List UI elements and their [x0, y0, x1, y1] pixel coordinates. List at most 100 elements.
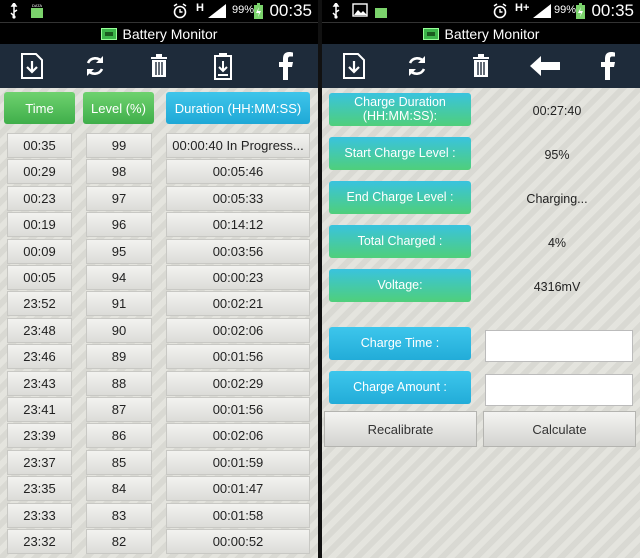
time-cell: 23:41 [7, 397, 72, 422]
level-cell: 94 [86, 265, 152, 290]
time-cell: 00:09 [7, 239, 72, 264]
battery-percent: 99% [554, 4, 577, 16]
level-cell: 85 [86, 450, 152, 475]
duration-cell: 00:01:47 [166, 476, 310, 501]
duration-cell: 00:02:06 [166, 318, 310, 343]
level-cell: 83 [86, 503, 152, 528]
duration-cell: 00:05:33 [166, 186, 310, 211]
level-column-header: Level (%) [83, 92, 154, 124]
usb-icon [330, 1, 342, 22]
time-cell: 23:33 [7, 503, 72, 528]
charge-duration-value: 00:27:40 [532, 104, 582, 118]
duration-cell: 00:05:46 [166, 159, 310, 184]
signal-icon [207, 3, 227, 22]
time-cell: 00:29 [7, 159, 72, 184]
level-cell: 84 [86, 476, 152, 501]
level-cell: 96 [86, 212, 152, 237]
time-cell: 23:52 [7, 291, 72, 316]
time-cell: 23:37 [7, 450, 72, 475]
usb-icon [8, 1, 20, 22]
history-table: Time Level (%) Duration (HH:MM:SS) 00:35… [0, 88, 318, 558]
level-cell: 82 [86, 529, 152, 554]
level-cell: 97 [86, 186, 152, 211]
charge-time-input[interactable] [485, 330, 633, 362]
start-charge-level-label: Start Charge Level : [329, 137, 471, 170]
duration-cell: 00:01:56 [166, 344, 310, 369]
battery-charge-icon[interactable] [205, 48, 241, 84]
level-cell: 87 [86, 397, 152, 422]
history-screen: DATA H 99% 00:35 Battery Monitor Time Le… [0, 0, 318, 558]
battery-charging-icon [254, 3, 263, 22]
data-sim-icon [374, 3, 388, 22]
voltage-label: Voltage: [329, 269, 471, 302]
duration-cell: 00:02:21 [166, 291, 310, 316]
level-cell: 98 [86, 159, 152, 184]
app-title: Battery Monitor [444, 25, 540, 42]
calculate-button[interactable]: Calculate [483, 411, 636, 447]
end-charge-level-value: Charging... [526, 192, 588, 206]
time-cell: 23:39 [7, 423, 72, 448]
start-charge-level-value: 95% [544, 148, 570, 162]
toolbar [322, 44, 640, 88]
level-cell: 88 [86, 371, 152, 396]
charge-details-screen: H+ 99% 00:35 Battery Monitor Charge Dura… [322, 0, 640, 558]
duration-cell: 00:00:52 [166, 529, 310, 554]
battery-percent: 99% [232, 4, 255, 16]
status-bar: DATA H 99% 00:35 [0, 0, 318, 22]
title-bar: Battery Monitor [322, 22, 640, 44]
charge-amount-label: Charge Amount : [329, 371, 471, 404]
network-type: H+ [515, 2, 530, 14]
charge-amount-input[interactable] [485, 374, 633, 406]
duration-cell: 00:01:59 [166, 450, 310, 475]
signal-icon [532, 3, 552, 22]
time-cell: 00:19 [7, 212, 72, 237]
duration-cell: 00:02:06 [166, 423, 310, 448]
time-cell: 23:46 [7, 344, 72, 369]
trash-icon[interactable] [141, 48, 177, 84]
facebook-icon[interactable] [590, 48, 626, 84]
refresh-icon[interactable] [77, 48, 113, 84]
time-cell: 23:43 [7, 371, 72, 396]
clock: 00:35 [591, 1, 634, 20]
time-cell: 23:35 [7, 476, 72, 501]
time-column-header: Time [4, 92, 75, 124]
charge-time-label: Charge Time : [329, 327, 471, 360]
facebook-icon[interactable] [268, 48, 304, 84]
charge-details: Charge Duration (HH:MM:SS): 00:27:40 Sta… [322, 88, 640, 558]
clock: 00:35 [269, 1, 312, 20]
image-icon [352, 3, 368, 20]
time-cell: 23:32 [7, 529, 72, 554]
trash-icon[interactable] [463, 48, 499, 84]
app-logo-icon [422, 27, 439, 40]
refresh-icon[interactable] [399, 48, 435, 84]
battery-charging-icon [576, 3, 585, 22]
status-bar: H+ 99% 00:35 [322, 0, 640, 22]
time-cell: 23:48 [7, 318, 72, 343]
app-logo-icon [100, 27, 117, 40]
time-cell: 00:23 [7, 186, 72, 211]
duration-cell: 00:00:40 In Progress... [166, 133, 310, 158]
data-label: DATA [32, 3, 42, 8]
end-charge-level-label: End Charge Level : [329, 181, 471, 214]
level-cell: 99 [86, 133, 152, 158]
import-icon[interactable] [336, 48, 372, 84]
import-icon[interactable] [14, 48, 50, 84]
level-cell: 89 [86, 344, 152, 369]
level-cell: 90 [86, 318, 152, 343]
charge-duration-label: Charge Duration (HH:MM:SS): [329, 93, 471, 126]
recalibrate-button[interactable]: Recalibrate [324, 411, 477, 447]
app-title: Battery Monitor [122, 25, 218, 42]
total-charged-label: Total Charged : [329, 225, 471, 258]
duration-cell: 00:01:56 [166, 397, 310, 422]
alarm-icon [492, 3, 508, 22]
time-cell: 00:05 [7, 265, 72, 290]
alarm-icon [172, 3, 188, 22]
time-cell: 00:35 [7, 133, 72, 158]
toolbar [0, 44, 318, 88]
total-charged-value: 4% [547, 236, 567, 250]
duration-cell: 00:02:29 [166, 371, 310, 396]
level-cell: 91 [86, 291, 152, 316]
data-sim-icon: DATA [30, 3, 44, 22]
back-arrow-icon[interactable] [527, 48, 563, 84]
level-cell: 95 [86, 239, 152, 264]
